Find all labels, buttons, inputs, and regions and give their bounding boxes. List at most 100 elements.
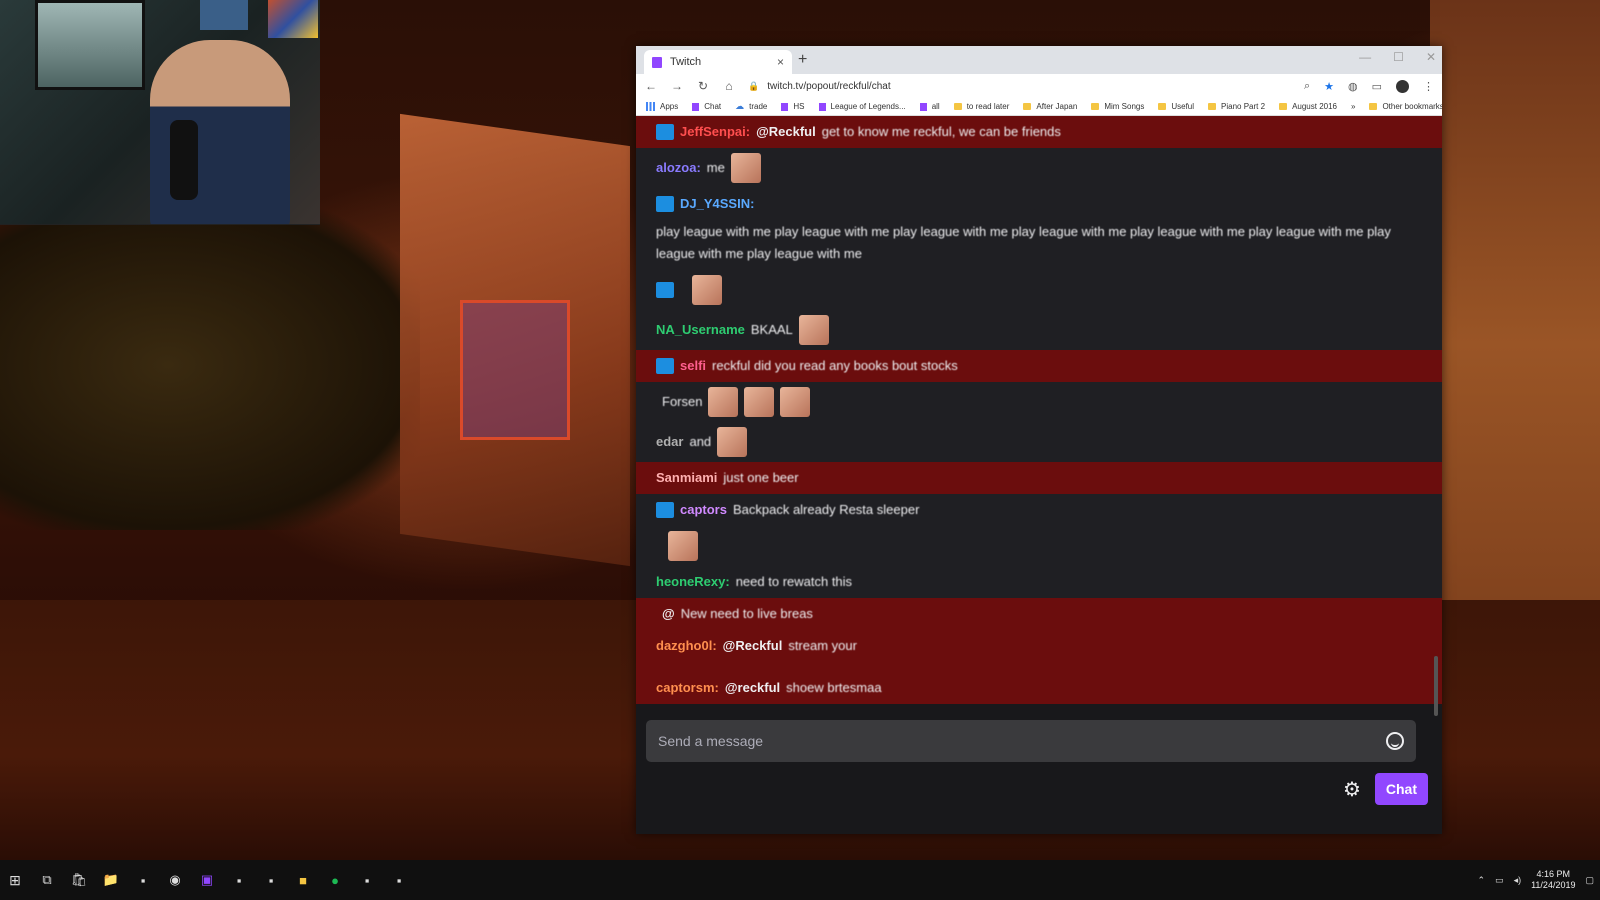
new-tab-button[interactable]: + (798, 51, 807, 69)
lock-icon: 🔒 (748, 80, 760, 91)
chat-mention[interactable]: @ (662, 603, 675, 625)
emote-icon[interactable] (780, 387, 811, 417)
volume-icon[interactable]: ◂) (1514, 875, 1522, 886)
emote-icon[interactable] (798, 315, 829, 345)
menu-icon[interactable]: ⋮ (1423, 80, 1434, 93)
chat-username[interactable]: NA_Username (656, 319, 745, 341)
chat-mention[interactable]: @reckful (725, 677, 780, 699)
zoom-icon[interactable]: ⌕ (1304, 80, 1310, 93)
bookmark-item[interactable]: ☁ trade (735, 101, 767, 112)
bookmark-label: August 2016 (1292, 102, 1337, 111)
apps-icon (646, 102, 655, 111)
subscriber-badge-icon[interactable] (656, 282, 674, 298)
bookmark-item[interactable]: Chat (692, 102, 721, 111)
chat-message: Sanmiami just one beer (636, 462, 1442, 494)
emote-icon[interactable] (708, 387, 739, 417)
twitch-icon[interactable]: ▣ (198, 871, 216, 889)
profile-avatar[interactable] (1396, 79, 1409, 93)
close-window-button[interactable]: ✕ (1426, 50, 1436, 64)
chat-username[interactable]: edar (656, 431, 683, 453)
gear-icon[interactable]: ⚙ (1343, 777, 1361, 802)
maximize-button[interactable]: ☐ (1393, 50, 1404, 64)
bookmark-label: Useful (1171, 102, 1195, 111)
notifications-icon[interactable]: ▢ (1585, 875, 1594, 886)
emote-icon[interactable] (692, 275, 722, 305)
chevron-up-icon[interactable]: ⌃ (1478, 875, 1486, 886)
network-icon[interactable]: ▭ (1495, 875, 1504, 886)
address-bar[interactable]: 🔒 twitch.tv/popout/reckful/chat (748, 76, 1292, 96)
bookmark-label: all (931, 102, 940, 111)
start-icon[interactable]: ⊞ (6, 871, 24, 889)
close-tab-icon[interactable]: × (777, 55, 784, 69)
back-button[interactable]: ← (644, 79, 658, 93)
chat-username[interactable]: alozoa: (656, 157, 701, 179)
task-view-icon[interactable]: ⧉ (38, 871, 56, 889)
bookmark-item[interactable]: HS (781, 102, 805, 111)
bookmark-item[interactable]: August 2016 (1279, 102, 1337, 111)
spotify-icon[interactable]: ● (326, 871, 344, 889)
chat-username[interactable]: Sanmiami (656, 467, 717, 489)
file-explorer-icon[interactable]: 📁 (102, 871, 120, 889)
reload-button[interactable]: ↻ (696, 79, 710, 93)
app-icon[interactable]: ▪ (262, 871, 280, 889)
chat-mention[interactable]: @Reckful (756, 121, 816, 143)
folder-icon (953, 103, 962, 110)
chat-mention[interactable]: @Reckful (723, 635, 783, 657)
bookmarks-overflow-button[interactable]: » (1351, 102, 1355, 111)
chat-message-text: shoew brtesmaa (786, 680, 882, 695)
emote-icon[interactable] (744, 387, 775, 417)
app-icon[interactable]: ▪ (134, 871, 152, 889)
chat-username[interactable]: JeffSenpai: (680, 121, 750, 143)
subscriber-badge-icon[interactable] (656, 196, 674, 212)
home-button[interactable]: ⌂ (722, 79, 736, 93)
chat-message-text: New need to live breas (680, 606, 813, 621)
chat-message: edar and (636, 422, 1442, 462)
app-icon[interactable]: ▪ (230, 871, 248, 889)
bookmark-label: to read later (966, 102, 1010, 111)
chat-username[interactable]: heoneRexy: (656, 571, 730, 593)
subscriber-badge-icon[interactable] (656, 502, 674, 518)
app-icon[interactable]: ▪ (358, 871, 376, 889)
chat-scrollbar[interactable] (1434, 656, 1438, 716)
sticky-notes-icon[interactable]: ■ (294, 871, 312, 889)
emote-icon[interactable] (668, 531, 698, 561)
emote-icon[interactable] (717, 427, 748, 457)
chat-send-button[interactable]: Chat (1374, 773, 1428, 805)
bookmark-item[interactable]: to read later (953, 102, 1010, 111)
chat-username[interactable]: dazgho0l: (656, 635, 717, 657)
bookmark-item[interactable]: Piano Part 2 (1208, 102, 1265, 111)
chat-message-text: BKAAL (750, 322, 793, 337)
bookmark-item[interactable]: Mim Songs (1091, 102, 1144, 111)
other-bookmarks[interactable]: Other bookmarks (1369, 102, 1442, 111)
bookmark-item[interactable]: League of Legends... (818, 102, 906, 111)
bookmark-item[interactable]: Apps (646, 102, 678, 111)
bookmark-item[interactable]: all (919, 102, 940, 111)
chat-username[interactable]: captors (680, 499, 727, 521)
subscriber-badge-icon[interactable] (656, 124, 674, 140)
chat-input[interactable] (658, 733, 1386, 749)
chat-username[interactable]: captorsm: (656, 677, 719, 699)
emote-icon[interactable] (730, 153, 761, 183)
twitch-chat: JeffSenpai: @Reckful get to know me reckfu… (636, 116, 1442, 834)
bookmark-star-icon[interactable]: ★ (1324, 80, 1334, 93)
app-icon[interactable]: ▪ (390, 871, 408, 889)
forward-button[interactable]: → (670, 79, 684, 93)
chat-message (636, 526, 1442, 566)
bookmark-item[interactable]: After Japan (1023, 102, 1077, 111)
tab-twitch[interactable]: Twitch × (644, 50, 792, 74)
clock[interactable]: 4:16 PM 11/24/2019 (1531, 869, 1575, 891)
chat-username[interactable]: DJ_Y4SSIN: (680, 193, 754, 215)
graffiti-house (460, 300, 570, 440)
emote-picker-icon[interactable] (1386, 732, 1404, 750)
chrome-icon[interactable]: ◉ (166, 871, 184, 889)
twitch-icon (781, 102, 789, 111)
cast-icon[interactable]: ▭ (1372, 80, 1382, 93)
store-icon[interactable]: 🛍 (70, 871, 88, 889)
chat-username[interactable]: selfi (680, 355, 706, 377)
chat-message: alozoa: me (636, 148, 1442, 188)
title-bar: Twitch × + — ☐ ✕ (636, 46, 1442, 74)
bookmark-item[interactable]: Useful (1158, 102, 1194, 111)
minimize-button[interactable]: — (1359, 50, 1371, 64)
extension-icon[interactable]: ◍ (1348, 80, 1358, 93)
subscriber-badge-icon[interactable] (656, 358, 674, 374)
